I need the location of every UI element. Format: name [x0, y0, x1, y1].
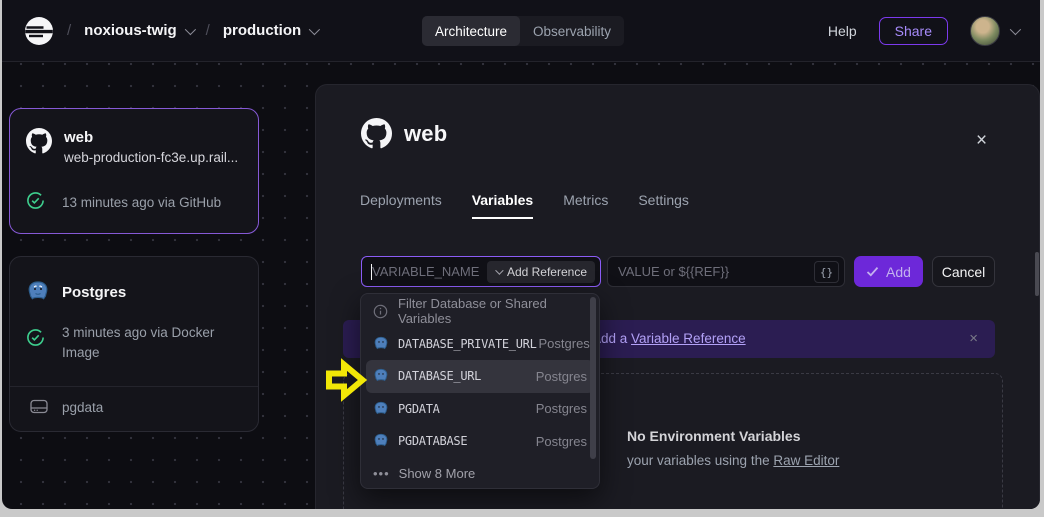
railway-app-window: / noxious-twig / production Architecture…: [2, 0, 1040, 509]
environment-name: production: [223, 22, 301, 39]
service-name: web: [64, 129, 238, 146]
banner-close-icon[interactable]: ×: [969, 330, 978, 347]
text-caret: [371, 264, 372, 280]
add-button-label: Add: [886, 264, 911, 280]
empty-state-title: No Environment Variables: [627, 428, 801, 444]
info-icon: [373, 304, 389, 319]
card-divider: [10, 386, 258, 387]
deploy-success-icon: [26, 191, 45, 210]
cancel-button[interactable]: Cancel: [932, 256, 995, 287]
filter-hint-label: Filter Database or Shared Variables: [398, 296, 587, 326]
breadcrumb-separator: /: [206, 22, 210, 39]
variable-source: Postgres: [534, 369, 587, 384]
variable-name-field: Add Reference: [361, 256, 601, 287]
share-button[interactable]: Share: [879, 17, 948, 45]
dropdown-item-database-private-url[interactable]: DATABASE_PRIVATE_URL Postgres: [361, 328, 599, 361]
volume-icon: [30, 399, 48, 414]
raw-editor-link[interactable]: Raw Editor: [773, 453, 839, 468]
add-reference-label: Add Reference: [507, 265, 587, 279]
github-icon: [361, 118, 392, 149]
project-name: noxious-twig: [84, 22, 177, 39]
deploy-status: 13 minutes ago via GitHub: [62, 193, 221, 213]
tab-observability[interactable]: Observability: [520, 16, 624, 46]
chevron-down-icon: [1010, 23, 1021, 34]
postgres-icon: [373, 336, 389, 352]
railway-logo-icon[interactable]: [24, 16, 54, 46]
view-switcher: Architecture Observability: [422, 16, 624, 46]
raw-value-toggle-button[interactable]: {}: [814, 261, 839, 283]
account-menu[interactable]: [970, 16, 1018, 46]
chevron-down-icon: [184, 23, 195, 34]
variable-value-input[interactable]: [608, 257, 844, 286]
breadcrumb-separator: /: [67, 22, 71, 39]
show-more-label: Show 8 More: [399, 466, 476, 481]
service-domain: web-production-fc3e.up.rail...: [64, 150, 238, 165]
postgres-icon: [373, 368, 389, 384]
empty-state-subtitle: your variables using the: [627, 453, 773, 468]
breadcrumb-environment[interactable]: production: [223, 22, 317, 39]
tab-variables[interactable]: Variables: [472, 192, 534, 219]
add-reference-button[interactable]: Add Reference: [487, 261, 595, 283]
variable-source: Postgres: [534, 401, 587, 416]
help-button[interactable]: Help: [828, 23, 857, 39]
dropdown-show-more[interactable]: ••• Show 8 More: [361, 458, 599, 491]
variable-value-field: {}: [607, 256, 845, 287]
panel-tabs: Deployments Variables Metrics Settings: [360, 192, 689, 219]
deploy-success-icon: [26, 328, 45, 347]
service-card-postgres[interactable]: Postgres 3 minutes ago via Docker Image …: [9, 256, 259, 432]
dropdown-scrollbar[interactable]: [590, 297, 596, 459]
breadcrumb-project[interactable]: noxious-twig: [84, 22, 193, 39]
service-name: Postgres: [62, 284, 126, 301]
panel-title: web: [404, 121, 447, 147]
variable-source: Postgres: [534, 434, 587, 449]
top-navbar: / noxious-twig / production Architecture…: [2, 0, 1040, 62]
tab-deployments[interactable]: Deployments: [360, 192, 442, 219]
tab-architecture[interactable]: Architecture: [422, 16, 520, 46]
postgres-icon: [373, 401, 389, 417]
variable-name: DATABASE_URL: [398, 369, 481, 383]
variable-reference-dropdown: Filter Database or Shared Variables DATA…: [360, 293, 600, 489]
volume-name[interactable]: pgdata: [62, 398, 103, 418]
tab-metrics[interactable]: Metrics: [563, 192, 608, 219]
github-icon: [26, 128, 52, 154]
deploy-status: 3 minutes ago via Docker Image: [62, 323, 240, 363]
postgres-icon: [26, 280, 50, 304]
window-scrollbar[interactable]: [1035, 252, 1039, 296]
postgres-icon: [373, 433, 389, 449]
user-avatar: [970, 16, 1000, 46]
chevron-down-icon: [309, 23, 320, 34]
ellipsis-icon: •••: [373, 466, 390, 481]
check-icon: [866, 266, 879, 277]
variable-name: PGDATA: [398, 402, 440, 416]
service-card-web[interactable]: web web-production-fc3e.up.rail... 13 mi…: [9, 108, 259, 234]
add-variable-button[interactable]: Add: [854, 256, 923, 287]
variable-name: PGDATABASE: [398, 434, 467, 448]
tab-settings[interactable]: Settings: [638, 192, 689, 219]
variable-name: DATABASE_PRIVATE_URL: [398, 337, 537, 351]
dropdown-item-pgdata[interactable]: PGDATA Postgres: [361, 393, 599, 426]
variable-source: Postgres: [537, 336, 590, 351]
close-icon[interactable]: ×: [976, 133, 987, 149]
dropdown-item-database-url[interactable]: DATABASE_URL Postgres: [366, 360, 594, 393]
variable-reference-link[interactable]: Variable Reference: [631, 331, 746, 346]
chevron-down-icon: [495, 266, 503, 274]
dropdown-filter-hint: Filter Database or Shared Variables: [361, 295, 599, 328]
dropdown-item-pgdatabase[interactable]: PGDATABASE Postgres: [361, 425, 599, 458]
annotation-arrow-icon: [322, 357, 368, 403]
